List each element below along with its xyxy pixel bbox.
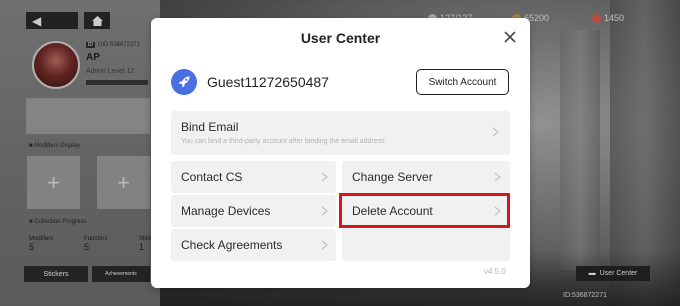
empty-tile bbox=[342, 229, 510, 261]
manage-devices-label: Manage Devices bbox=[181, 204, 271, 218]
check-agreements-button[interactable]: Check Agreements bbox=[171, 229, 336, 261]
chevron-right-icon bbox=[321, 206, 328, 216]
chevron-right-icon bbox=[492, 127, 499, 137]
delete-account-highlight bbox=[339, 193, 510, 228]
close-icon[interactable] bbox=[501, 28, 519, 46]
contact-cs-button[interactable]: Contact CS bbox=[171, 161, 336, 193]
contact-cs-label: Contact CS bbox=[181, 170, 243, 184]
change-server-button[interactable]: Change Server bbox=[342, 161, 510, 193]
chevron-right-icon bbox=[321, 172, 328, 182]
switch-account-button[interactable]: Switch Account bbox=[416, 69, 509, 95]
bind-email-button[interactable]: Bind Email You can bind a third-party ac… bbox=[171, 111, 510, 155]
check-agreements-label: Check Agreements bbox=[181, 238, 283, 252]
user-center-dialog: User Center Guest11272650487 Switch Acco… bbox=[151, 18, 530, 288]
guest-account-name: Guest11272650487 bbox=[207, 74, 329, 90]
chevron-right-icon bbox=[321, 240, 328, 250]
change-server-label: Change Server bbox=[352, 170, 433, 184]
bind-email-hint: You can bind a third-party account after… bbox=[181, 138, 385, 145]
version-label: v4.5.0 bbox=[484, 267, 506, 276]
manage-devices-button[interactable]: Manage Devices bbox=[171, 195, 336, 227]
rocket-icon bbox=[171, 69, 197, 95]
dialog-title: User Center bbox=[300, 30, 381, 46]
bind-email-label: Bind Email bbox=[181, 120, 239, 134]
chevron-right-icon bbox=[494, 172, 501, 182]
